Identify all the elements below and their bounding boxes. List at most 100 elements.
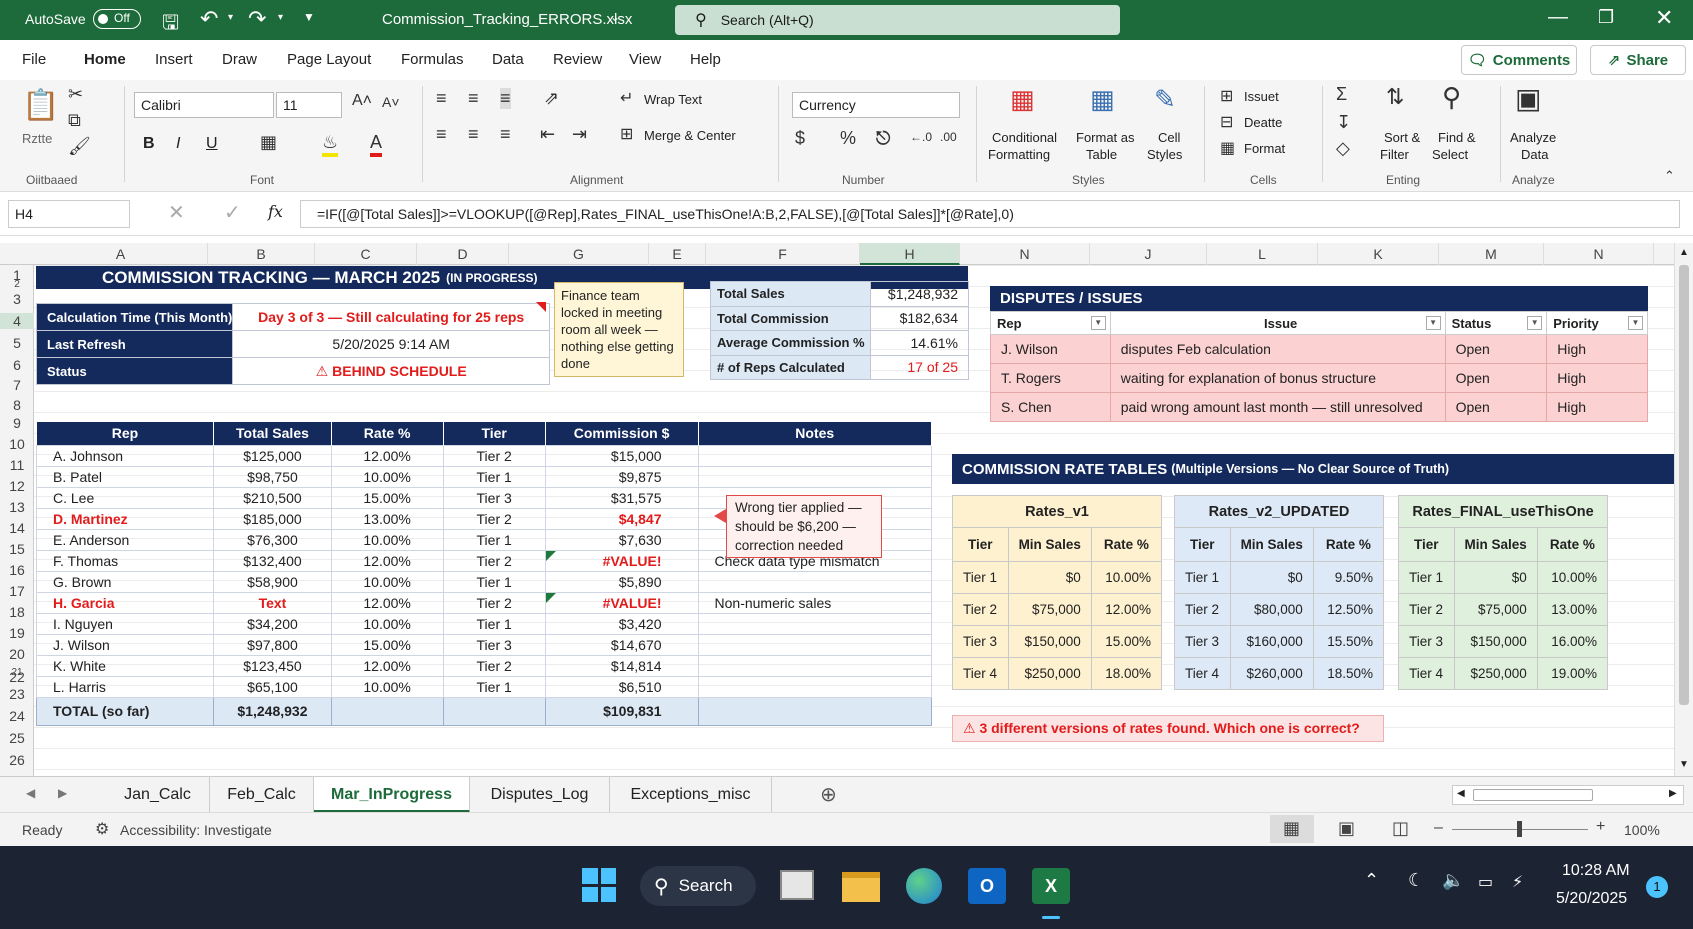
borders-icon[interactable]: ▦ <box>260 132 277 153</box>
underline-button[interactable]: U <box>206 135 218 153</box>
menu-review[interactable]: Review <box>553 51 602 68</box>
total-empty-cell[interactable] <box>697 696 933 726</box>
format-cells-icon[interactable]: ▦ <box>1220 138 1235 158</box>
orientation-icon[interactable]: ⇗ <box>544 88 559 109</box>
notes-cell[interactable] <box>697 654 933 677</box>
horizontal-scrollbar[interactable]: ◀ ▶ <box>1452 785 1684 805</box>
total-label-cell[interactable]: TOTAL (so far) <box>35 696 215 726</box>
tier-cell[interactable]: Tier 3 <box>1398 625 1455 658</box>
find-select-label[interactable]: Find & <box>1438 130 1476 145</box>
redo-icon[interactable]: ↷ <box>248 6 266 32</box>
tier-cell[interactable]: Tier 2 <box>442 507 546 530</box>
commission-cell[interactable]: $15,000 <box>544 444 699 467</box>
font-color-icon[interactable]: A <box>370 132 383 157</box>
system-tray-chevron-icon[interactable]: ⌃ <box>1364 870 1379 891</box>
menu-file[interactable]: File <box>22 51 46 68</box>
row-header[interactable]: 25 <box>0 730 34 746</box>
rate-cell[interactable]: 15.00% <box>330 633 444 656</box>
horizontal-scrollbar-thumb[interactable] <box>1473 789 1593 801</box>
min-sales-cell[interactable]: $160,000 <box>1229 625 1314 658</box>
row-header[interactable]: 13 <box>0 499 34 515</box>
commission-cell[interactable]: $3,420 <box>544 612 699 635</box>
sheet-tab[interactable]: Mar_InProgress <box>314 777 470 813</box>
sheet-tab[interactable]: Exceptions_misc <box>610 777 772 813</box>
column-header[interactable]: H <box>860 243 960 265</box>
battery-icon[interactable]: ▭ <box>1478 872 1493 892</box>
align-middle-icon[interactable]: ≡ <box>468 88 479 109</box>
taskbar-search[interactable]: ⚲ Search <box>640 866 756 906</box>
merge-icon[interactable]: ⊞ <box>620 124 633 144</box>
summary-total-commission[interactable]: $182,634 <box>870 305 969 331</box>
notification-badge[interactable]: 1 <box>1646 876 1668 898</box>
filter-dropdown-icon[interactable]: ▼ <box>1090 316 1106 330</box>
scroll-right-icon[interactable]: ▶ <box>1669 788 1677 799</box>
insert-function-button[interactable]: fx <box>268 202 283 221</box>
delete-cells-icon[interactable]: ⊟ <box>1220 112 1233 132</box>
find-select-label-2[interactable]: Select <box>1432 147 1468 162</box>
rate-cell[interactable]: 10.00% <box>330 570 444 593</box>
min-sales-cell[interactable]: $75,000 <box>1453 593 1538 626</box>
wrap-text-icon[interactable]: ↵ <box>620 88 633 108</box>
rate-cell[interactable]: 12.00% <box>330 549 444 572</box>
increase-font-icon[interactable]: A˄ <box>352 92 372 110</box>
dispute-priority-cell[interactable]: High <box>1546 392 1648 422</box>
menu-formulas[interactable]: Formulas <box>401 51 464 68</box>
row-header[interactable]: 26 <box>0 752 34 768</box>
find-select-icon[interactable]: ⚲ <box>1442 82 1461 113</box>
rate-cell[interactable]: 10.00% <box>1536 561 1609 594</box>
insert-cells-button[interactable]: Issuet <box>1244 89 1279 104</box>
tier-cell[interactable]: Tier 2 <box>442 654 546 677</box>
rate-cell[interactable]: 12.00% <box>1090 593 1163 626</box>
rate-cell[interactable]: 10.00% <box>330 675 444 698</box>
format-as-table-label[interactable]: Format as <box>1076 130 1135 145</box>
commission-cell[interactable]: $14,814 <box>544 654 699 677</box>
min-sales-cell[interactable]: $260,000 <box>1229 657 1314 690</box>
min-sales-cell[interactable]: $250,000 <box>1007 657 1092 690</box>
total-sales-cell[interactable]: $1,248,932 <box>213 696 332 726</box>
disputes-header-rep[interactable]: Rep ▼ <box>990 311 1111 335</box>
tier-cell[interactable]: Tier 4 <box>1398 657 1455 690</box>
zoom-out-icon[interactable]: – <box>1434 819 1443 837</box>
autosave-toggle[interactable]: Off <box>93 9 141 29</box>
finance-comment-note[interactable]: Finance team locked in meeting room all … <box>554 282 684 377</box>
tier-cell[interactable]: Tier 4 <box>1174 657 1231 690</box>
min-sales-cell[interactable]: $150,000 <box>1453 625 1538 658</box>
rate-cell[interactable]: 12.00% <box>330 591 444 614</box>
wrap-text-button[interactable]: Wrap Text <box>644 92 702 107</box>
taskbar-date[interactable]: 5/20/2025 <box>1556 890 1627 908</box>
total-sales-cell[interactable]: $76,300 <box>213 528 332 551</box>
enter-icon[interactable]: ✓ <box>224 200 241 225</box>
tier-cell[interactable]: Tier 2 <box>1398 593 1455 626</box>
row-header[interactable]: 2 <box>0 279 34 290</box>
row-header[interactable]: 18 <box>0 604 34 620</box>
min-sales-cell[interactable]: $150,000 <box>1007 625 1092 658</box>
cell-styles-label-2[interactable]: Styles <box>1147 147 1182 162</box>
total-sales-cell[interactable]: $58,900 <box>213 570 332 593</box>
minimize-icon[interactable]: — <box>1548 6 1568 29</box>
total-sales-cell[interactable]: $185,000 <box>213 507 332 530</box>
decrease-font-icon[interactable]: A˅ <box>382 94 400 110</box>
total-sales-cell[interactable]: $132,400 <box>213 549 332 572</box>
zoom-level[interactable]: 100% <box>1624 822 1660 838</box>
sheet-tab[interactable]: Disputes_Log <box>470 777 610 813</box>
commission-cell[interactable]: $31,575 <box>544 486 699 509</box>
col-header-commission[interactable]: Commission $ <box>545 422 699 445</box>
undo-dropdown-icon[interactable]: ▾ <box>228 12 233 23</box>
conditional-formatting-icon[interactable]: ▦ <box>1010 84 1035 115</box>
row-header[interactable]: 22 <box>0 669 34 685</box>
rep-cell[interactable]: G. Brown <box>35 570 215 593</box>
conditional-formatting-label-2[interactable]: Formatting <box>988 147 1050 162</box>
column-header[interactable]: J <box>1090 243 1207 265</box>
row-header[interactable]: 23 <box>0 686 34 702</box>
rate-cell[interactable]: 18.50% <box>1312 657 1385 690</box>
align-top-icon[interactable]: ≡ <box>436 88 447 109</box>
notes-cell[interactable] <box>697 444 933 467</box>
share-button[interactable]: ⇗ Share <box>1590 45 1686 75</box>
tier-cell[interactable]: Tier 3 <box>442 633 546 656</box>
rate-cell[interactable]: 19.00% <box>1536 657 1609 690</box>
vertical-scrollbar[interactable]: ▲ ▼ <box>1674 243 1693 776</box>
accessibility-icon[interactable]: ⚙ <box>95 819 109 839</box>
row-header[interactable]: 9 <box>0 415 34 431</box>
col-header-notes[interactable]: Notes <box>698 422 933 445</box>
notes-cell[interactable] <box>697 633 933 656</box>
